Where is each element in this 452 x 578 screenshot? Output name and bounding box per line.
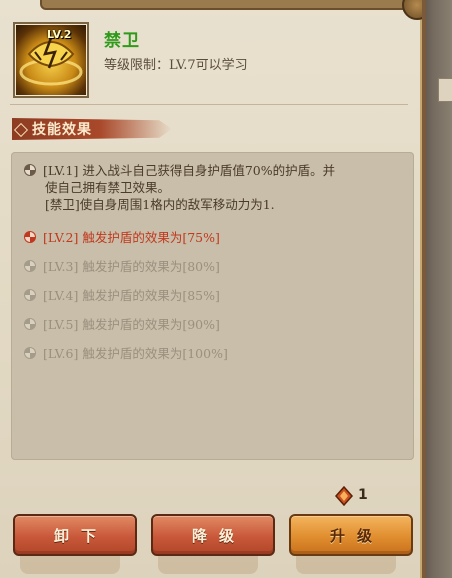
effect-text: 触发护盾的效果为[90%]	[82, 317, 220, 332]
side-tab[interactable]	[438, 78, 452, 102]
swirl-icon	[24, 289, 36, 301]
swirl-icon	[24, 347, 36, 359]
swirl-icon	[24, 164, 36, 176]
effect-text: 触发护盾的效果为[100%]	[82, 346, 228, 361]
downgrade-button-label: 降级	[191, 526, 246, 545]
effect-item-lv4: [LV.4] 触发护盾的效果为[85%]	[23, 287, 220, 304]
effect-level: [LV.3]	[43, 259, 79, 274]
effect-item-lv2: [LV.2] 触发护盾的效果为[75%]	[23, 229, 220, 246]
effect-text-line2: 使自己拥有禁卫效果。	[45, 180, 171, 195]
upgrade-button-label: 升级	[329, 526, 384, 545]
effect-level: [LV.5]	[43, 317, 79, 332]
skill-name: 禁卫	[104, 31, 140, 51]
effect-level: [LV.4]	[43, 288, 79, 303]
effect-item-lv6: [LV.6] 触发护盾的效果为[100%]	[23, 345, 228, 362]
swirl-icon	[24, 318, 36, 330]
button-shadow	[158, 556, 258, 574]
effect-text: 触发护盾的效果为[85%]	[82, 288, 220, 303]
upgrade-button[interactable]: 升级	[289, 514, 413, 556]
effect-level: [LV.2]	[43, 230, 79, 245]
button-shadow	[296, 556, 396, 574]
effects-list: [LV.1] 进入战斗自己获得自身护盾值70%的护盾。并 使自己拥有禁卫效果。 …	[11, 152, 414, 460]
swirl-icon	[24, 231, 36, 243]
unequip-button-label: 卸下	[53, 526, 108, 545]
effect-text-line3: [禁卫]使自身周围1格内的敌军移动力为1.	[45, 197, 275, 212]
effect-item-lv5: [LV.5] 触发护盾的效果为[90%]	[23, 316, 220, 333]
effect-text: 触发护盾的效果为[80%]	[82, 259, 220, 274]
skill-detail-panel: LV.2 禁卫 等级限制：LV.7可以学习 技能效果 [LV.1] 进入战斗自己…	[0, 0, 426, 578]
level-requirement: 等级限制：LV.7可以学习	[104, 58, 248, 73]
divider	[10, 104, 408, 105]
effect-level: [LV.6]	[43, 346, 79, 361]
effect-text: 进入战斗自己获得自身护盾值70%的护盾。并	[82, 163, 336, 178]
panel-title-strip	[40, 0, 422, 10]
section-title: 技能效果	[32, 122, 92, 138]
effect-level: [LV.1]	[43, 163, 79, 178]
effect-item-lv3: [LV.3] 触发护盾的效果为[80%]	[23, 258, 220, 275]
corner-ornament-icon	[402, 0, 422, 20]
skill-icon: LV.2	[13, 22, 89, 98]
skill-level-badge: LV.2	[47, 28, 72, 41]
skill-book-icon	[334, 486, 354, 506]
button-shadow	[20, 556, 120, 574]
effect-text: 触发护盾的效果为[75%]	[82, 230, 220, 245]
swirl-icon	[24, 260, 36, 272]
downgrade-button[interactable]: 降级	[151, 514, 275, 556]
unequip-button[interactable]: 卸下	[13, 514, 137, 556]
cost-amount: 1	[358, 487, 368, 503]
effect-item-lv1: [LV.1] 进入战斗自己获得自身护盾值70%的护盾。并 使自己拥有禁卫效果。 …	[23, 162, 335, 213]
